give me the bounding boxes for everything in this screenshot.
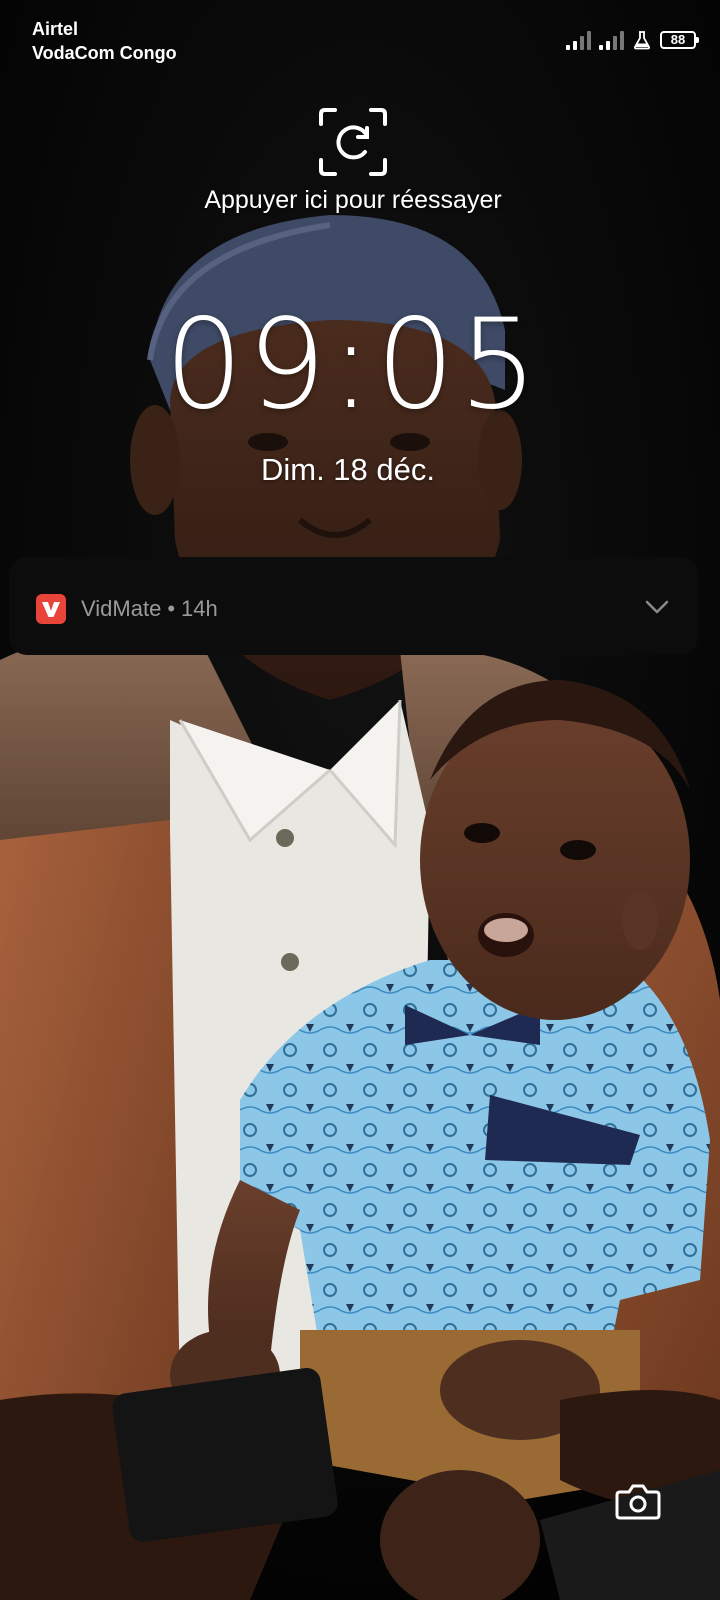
- chevron-down-icon[interactable]: [644, 597, 670, 617]
- battery-icon: 88: [660, 31, 699, 49]
- notification-card[interactable]: VidMate • 14h: [9, 557, 698, 655]
- signal-icon: [566, 30, 591, 50]
- face-unlock-retry-icon[interactable]: [317, 106, 389, 178]
- lockscreen-clock: 09:05: [164, 293, 542, 437]
- carrier-name-2: VodaCom Congo: [32, 43, 177, 63]
- face-unlock-retry-label[interactable]: Appuyer ici pour réessayer: [0, 184, 706, 216]
- lab-flask-icon: [633, 31, 651, 50]
- notification-time: 14h: [181, 596, 218, 621]
- signal-icon: [599, 30, 624, 50]
- notification-header: VidMate • 14h: [81, 596, 218, 622]
- notification-separator: •: [167, 596, 176, 621]
- notification-app-name: VidMate: [81, 596, 162, 621]
- battery-level: 88: [670, 32, 686, 47]
- status-bar: Airtel VodaCom Congo 88: [0, 0, 720, 70]
- vidmate-app-icon: [36, 594, 66, 624]
- carrier-name-1: Airtel: [32, 19, 79, 39]
- wallpaper-photo: [0, 0, 720, 1600]
- lock-screen: Airtel VodaCom Congo 88 Appuyer ici pour…: [0, 0, 720, 1600]
- lockscreen-date: Dim. 18 déc.: [260, 452, 435, 487]
- camera-icon[interactable]: [614, 1482, 662, 1522]
- status-icons: 88: [566, 28, 699, 52]
